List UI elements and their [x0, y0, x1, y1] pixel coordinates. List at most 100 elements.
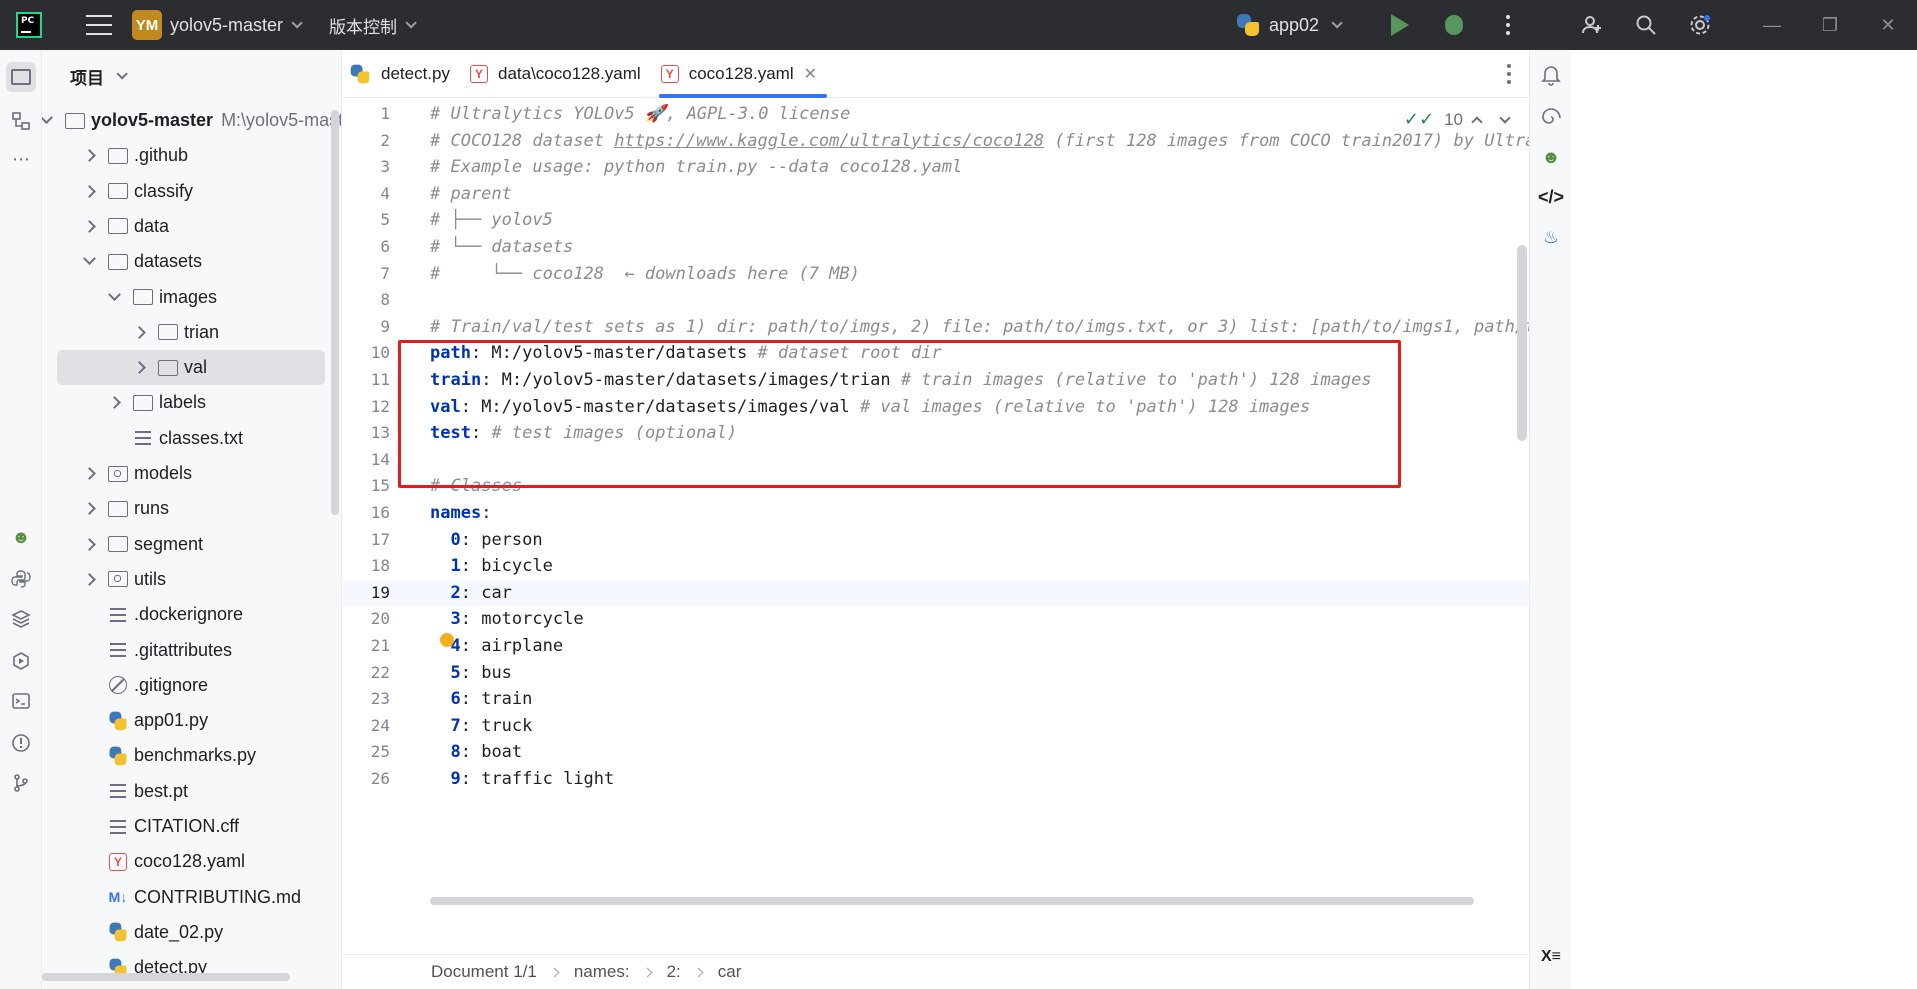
code-line[interactable]: 7 # └── coco128 ← downloads here (7 MB) — [343, 261, 1529, 287]
editor-vertical-scrollbar[interactable] — [1517, 245, 1527, 441]
code-line[interactable]: 19 2: car — [343, 579, 1529, 606]
chevron-down-icon[interactable] — [42, 111, 53, 125]
excel-tool-button[interactable]: X≡ — [1536, 942, 1566, 972]
vcs-menu[interactable]: 版本控制 — [329, 13, 397, 38]
breadcrumb-item[interactable]: car — [718, 962, 742, 982]
search-button[interactable] — [1619, 0, 1673, 50]
notifications-button[interactable] — [1536, 60, 1566, 90]
tree-item[interactable]: M↓ CONTRIBUTING.md — [42, 880, 338, 915]
code-tool-button[interactable]: </> — [1536, 182, 1566, 212]
chevron-down-icon[interactable] — [405, 17, 417, 29]
next-highlight-icon[interactable] — [1499, 111, 1511, 124]
code-line[interactable]: 2 # COCO128 dataset https://www.kaggle.co… — [343, 128, 1529, 154]
project-panel-header[interactable]: 项目 — [42, 50, 341, 102]
tree-item[interactable]: trian — [42, 315, 338, 350]
editor-tab[interactable]: Ydata\coco128.yaml — [464, 50, 655, 97]
tab-actions-button[interactable] — [1507, 64, 1511, 84]
tree-item[interactable]: utils — [42, 562, 338, 597]
line-number[interactable]: 17 — [343, 527, 390, 553]
line-number[interactable]: 12 — [343, 394, 390, 420]
layers-tool-button[interactable] — [6, 604, 36, 634]
code-editor[interactable]: 26 9: traffic light 25 8: boat 24 7: truck… — [343, 99, 1529, 905]
code-line[interactable]: 21 4: airplane — [343, 633, 1529, 659]
line-number[interactable]: 24 — [343, 713, 390, 739]
chevron-right-icon[interactable] — [83, 467, 96, 480]
tree-item[interactable]: CITATION.cff — [42, 809, 338, 844]
tree-item[interactable]: benchmarks.py — [42, 738, 338, 773]
python-packages-button[interactable] — [6, 564, 36, 594]
minimize-button[interactable]: — — [1743, 0, 1801, 50]
line-number[interactable]: 11 — [343, 367, 390, 393]
inspection-widget[interactable]: ✓✓ 10 — [1404, 109, 1511, 130]
tree-item[interactable]: models — [42, 456, 338, 491]
more-tools-button[interactable]: ⋯ — [6, 144, 36, 174]
line-number[interactable]: 2 — [343, 128, 390, 154]
settings-button[interactable] — [1673, 0, 1727, 50]
tree-root[interactable]: yolov5-master M:\yolov5-master — [42, 103, 341, 138]
run-button[interactable] — [1373, 0, 1427, 50]
terminal-tool-button[interactable] — [6, 686, 36, 716]
problems-tool-button[interactable] — [6, 728, 36, 758]
project-name[interactable]: yolov5-master — [170, 15, 283, 36]
line-number[interactable]: 8 — [343, 287, 390, 313]
tree-item[interactable]: runs — [42, 491, 338, 526]
line-number[interactable]: 26 — [343, 766, 390, 792]
tree-item[interactable]: .dockerignore — [42, 597, 338, 632]
line-number[interactable]: 16 — [343, 500, 390, 526]
line-number[interactable]: 22 — [343, 660, 390, 686]
chevron-right-icon[interactable] — [83, 573, 96, 586]
tree-item[interactable]: .github — [42, 138, 338, 173]
line-number[interactable]: 20 — [343, 606, 390, 632]
code-line[interactable]: 23 6: train — [343, 686, 1529, 712]
line-number[interactable]: 7 — [343, 261, 390, 287]
chevron-right-icon[interactable] — [133, 325, 146, 339]
tree-item[interactable]: segment — [42, 527, 338, 562]
chevron-down-icon[interactable] — [83, 252, 96, 266]
git-tool-button[interactable] — [6, 768, 36, 798]
code-line[interactable]: 9 # Train/val/test sets as 1) dir: path/t… — [343, 314, 1529, 340]
tree-item[interactable]: labels — [42, 385, 338, 420]
ai-assistant-button[interactable] — [1536, 102, 1566, 132]
code-line[interactable]: 25 8: boat — [343, 739, 1529, 765]
breadcrumb-item[interactable]: Document 1/1 — [431, 962, 537, 982]
code-line[interactable]: 3 # Example usage: python train.py --data… — [343, 154, 1529, 180]
line-number[interactable]: 23 — [343, 686, 390, 712]
chevron-down-icon[interactable] — [291, 17, 303, 29]
tree-item[interactable]: images — [42, 280, 338, 315]
code-line[interactable]: 17 0: person — [343, 527, 1529, 553]
structure-tool-button[interactable] — [6, 106, 36, 136]
tree-item[interactable]: best.pt — [42, 774, 338, 809]
code-line[interactable]: 20 3: motorcycle — [343, 606, 1529, 632]
previous-highlight-icon[interactable] — [1471, 115, 1483, 128]
plugin-tool-button[interactable]: ♨ — [1536, 222, 1566, 252]
more-actions-button[interactable] — [1481, 0, 1535, 50]
services-tool-button[interactable] — [6, 646, 36, 676]
line-number[interactable]: 14 — [343, 447, 390, 473]
avatar-tool-button[interactable]: ☻ — [6, 522, 36, 552]
code-line[interactable]: 6 # └── datasets — [343, 234, 1529, 260]
code-line[interactable]: 24 7: truck — [343, 713, 1529, 739]
close-icon[interactable]: ✕ — [804, 64, 817, 84]
code-line[interactable]: 1 # Ultralytics YOLOv5 🚀, AGPL-3.0 licens… — [343, 101, 1529, 127]
line-number[interactable]: 6 — [343, 234, 390, 260]
pycharm-logo-icon[interactable]: PC — [16, 12, 42, 38]
chevron-right-icon[interactable] — [83, 149, 96, 163]
tree-item[interactable]: .gitignore — [42, 668, 338, 703]
line-number[interactable]: 9 — [343, 314, 390, 340]
code-line[interactable]: 5 # ├── yolov5 — [343, 207, 1529, 233]
code-line[interactable]: 16 names: — [343, 500, 1529, 526]
editor-tab[interactable]: detect.py — [343, 50, 464, 97]
project-tool-button[interactable] — [6, 62, 36, 92]
line-number[interactable]: 15 — [343, 473, 390, 499]
code-with-me-button[interactable] — [1565, 0, 1619, 50]
breadcrumb-item[interactable]: 2: — [667, 962, 681, 982]
run-configuration-selector[interactable]: app02 — [1236, 14, 1343, 36]
line-number[interactable]: 5 — [343, 207, 390, 233]
line-number[interactable]: 25 — [343, 739, 390, 765]
line-number[interactable]: 3 — [343, 154, 390, 180]
line-number[interactable]: 18 — [343, 553, 390, 579]
project-horizontal-scrollbar[interactable] — [42, 973, 290, 981]
chevron-right-icon[interactable] — [108, 396, 121, 410]
debug-button[interactable] — [1427, 0, 1481, 50]
close-window-button[interactable]: ✕ — [1859, 0, 1917, 50]
